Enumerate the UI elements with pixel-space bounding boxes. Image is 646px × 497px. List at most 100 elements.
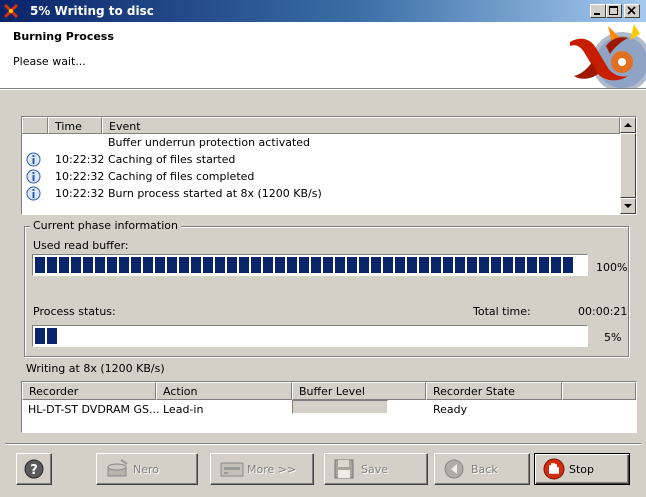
back-button-label: Back	[471, 463, 498, 476]
total-time-value: 00:00:21	[578, 305, 628, 318]
progress-segment	[251, 257, 261, 273]
progress-segment	[491, 257, 501, 273]
progress-segment	[263, 257, 273, 273]
drive-icon	[220, 462, 244, 477]
recorder-column-action[interactable]: Action	[156, 382, 292, 400]
log-event: Burn process started at 8x (1200 KB/s)	[108, 187, 322, 200]
progress-segment	[419, 257, 429, 273]
close-icon	[627, 6, 636, 15]
close-button[interactable]	[624, 4, 640, 18]
recorder-column-state[interactable]: Recorder State	[426, 382, 562, 400]
window-title: 5% Writing to disc	[30, 4, 154, 18]
help-icon: ?	[24, 459, 44, 479]
stop-button-label: Stop	[569, 463, 595, 476]
back-button[interactable]: Back	[434, 453, 530, 485]
event-log-list[interactable]: Time Event Buffer underrun protection ac…	[21, 116, 637, 215]
progress-segment	[95, 257, 105, 273]
progress-segment	[83, 257, 93, 273]
recorder-column-filler	[562, 382, 636, 400]
used-read-buffer-label: Used read buffer:	[33, 239, 129, 252]
log-event: Buffer underrun protection activated	[108, 136, 311, 149]
progress-segment	[479, 257, 489, 273]
progress-segment	[503, 257, 513, 273]
recorder-action: Lead-in	[163, 403, 204, 416]
progress-segment	[179, 257, 189, 273]
header-separator-highlight	[0, 89, 646, 90]
save-button-label: Save	[361, 463, 389, 476]
progress-segment	[527, 257, 537, 273]
stop-button[interactable]: Stop	[534, 453, 630, 485]
progress-segment	[443, 257, 453, 273]
info-icon	[26, 152, 41, 167]
progress-segment	[563, 257, 573, 273]
process-status-progress-fill	[35, 328, 585, 344]
progress-segment	[167, 257, 177, 273]
progress-segment	[287, 257, 297, 273]
progress-segment	[359, 257, 369, 273]
progress-segment	[311, 257, 321, 273]
log-row[interactable]: 10:22:32 Caching of files completed	[22, 168, 620, 185]
log-time: 10:22:32	[55, 153, 105, 166]
page-title: Burning Process	[13, 30, 114, 43]
maximize-icon	[609, 6, 618, 15]
log-event: Caching of files started	[108, 153, 236, 166]
progress-segment	[323, 257, 333, 273]
save-button[interactable]: Save	[324, 453, 428, 485]
floppy-disk-icon	[334, 459, 354, 479]
burner-icon	[107, 459, 128, 477]
progress-segment	[47, 257, 57, 273]
recorder-state: Ready	[433, 403, 468, 416]
process-status-percent: 5%	[604, 331, 622, 344]
log-row[interactable]: Buffer underrun protection activated	[22, 134, 620, 151]
help-button[interactable]: ?	[16, 453, 52, 485]
title-bar: 5% Writing to disc	[0, 0, 646, 22]
page-subtitle: Please wait...	[13, 55, 86, 68]
nero-button[interactable]: Nero	[96, 453, 198, 485]
progress-segment	[515, 257, 525, 273]
maximize-button[interactable]	[606, 4, 622, 18]
scroll-down-button[interactable]	[620, 198, 636, 214]
recorder-name[interactable]: HL-DT-ST DVDRAM GS...	[28, 403, 160, 416]
log-column-time[interactable]: Time	[48, 117, 102, 134]
minimize-icon	[594, 13, 600, 15]
progress-segment	[47, 328, 57, 344]
progress-segment	[551, 257, 561, 273]
info-icon	[26, 169, 41, 184]
progress-segment	[455, 257, 465, 273]
log-column-event[interactable]: Event	[102, 117, 620, 134]
progress-segment	[383, 257, 393, 273]
progress-segment	[119, 257, 129, 273]
recorder-column-buffer-level[interactable]: Buffer Level	[292, 382, 426, 400]
info-icon	[26, 186, 41, 201]
writing-status-text: Writing at 8x (1200 KB/s)	[26, 362, 165, 375]
process-status-label: Process status:	[33, 305, 116, 318]
progress-segment	[539, 257, 549, 273]
scroll-thumb[interactable]	[620, 133, 636, 198]
log-row[interactable]: 10:22:32 Burn process started at 8x (120…	[22, 185, 620, 202]
progress-segment	[395, 257, 405, 273]
progress-segment	[239, 257, 249, 273]
log-row[interactable]: 10:22:32 Caching of files started	[22, 151, 620, 168]
progress-segment	[275, 257, 285, 273]
progress-segment	[131, 257, 141, 273]
log-scrollbar[interactable]	[620, 117, 636, 214]
minimize-button[interactable]	[590, 4, 606, 18]
progress-segment	[431, 257, 441, 273]
more-button[interactable]: More >>	[210, 453, 314, 485]
recorder-list[interactable]: Recorder Action Buffer Level Recorder St…	[21, 381, 637, 433]
progress-segment	[407, 257, 417, 273]
nero-button-label: Nero	[133, 463, 160, 476]
progress-segment	[59, 257, 69, 273]
log-column-icon[interactable]	[22, 117, 48, 134]
back-arrow-icon	[444, 459, 464, 479]
progress-segment	[35, 328, 45, 344]
button-separator-highlight	[5, 444, 641, 445]
progress-segment	[35, 257, 45, 273]
read-buffer-progress-fill	[35, 257, 585, 273]
progress-segment	[143, 257, 153, 273]
arrow-up-icon	[624, 123, 632, 127]
progress-segment	[203, 257, 213, 273]
stop-hand-icon	[543, 458, 565, 480]
scroll-up-button[interactable]	[620, 117, 636, 133]
recorder-column-recorder[interactable]: Recorder	[22, 382, 156, 400]
